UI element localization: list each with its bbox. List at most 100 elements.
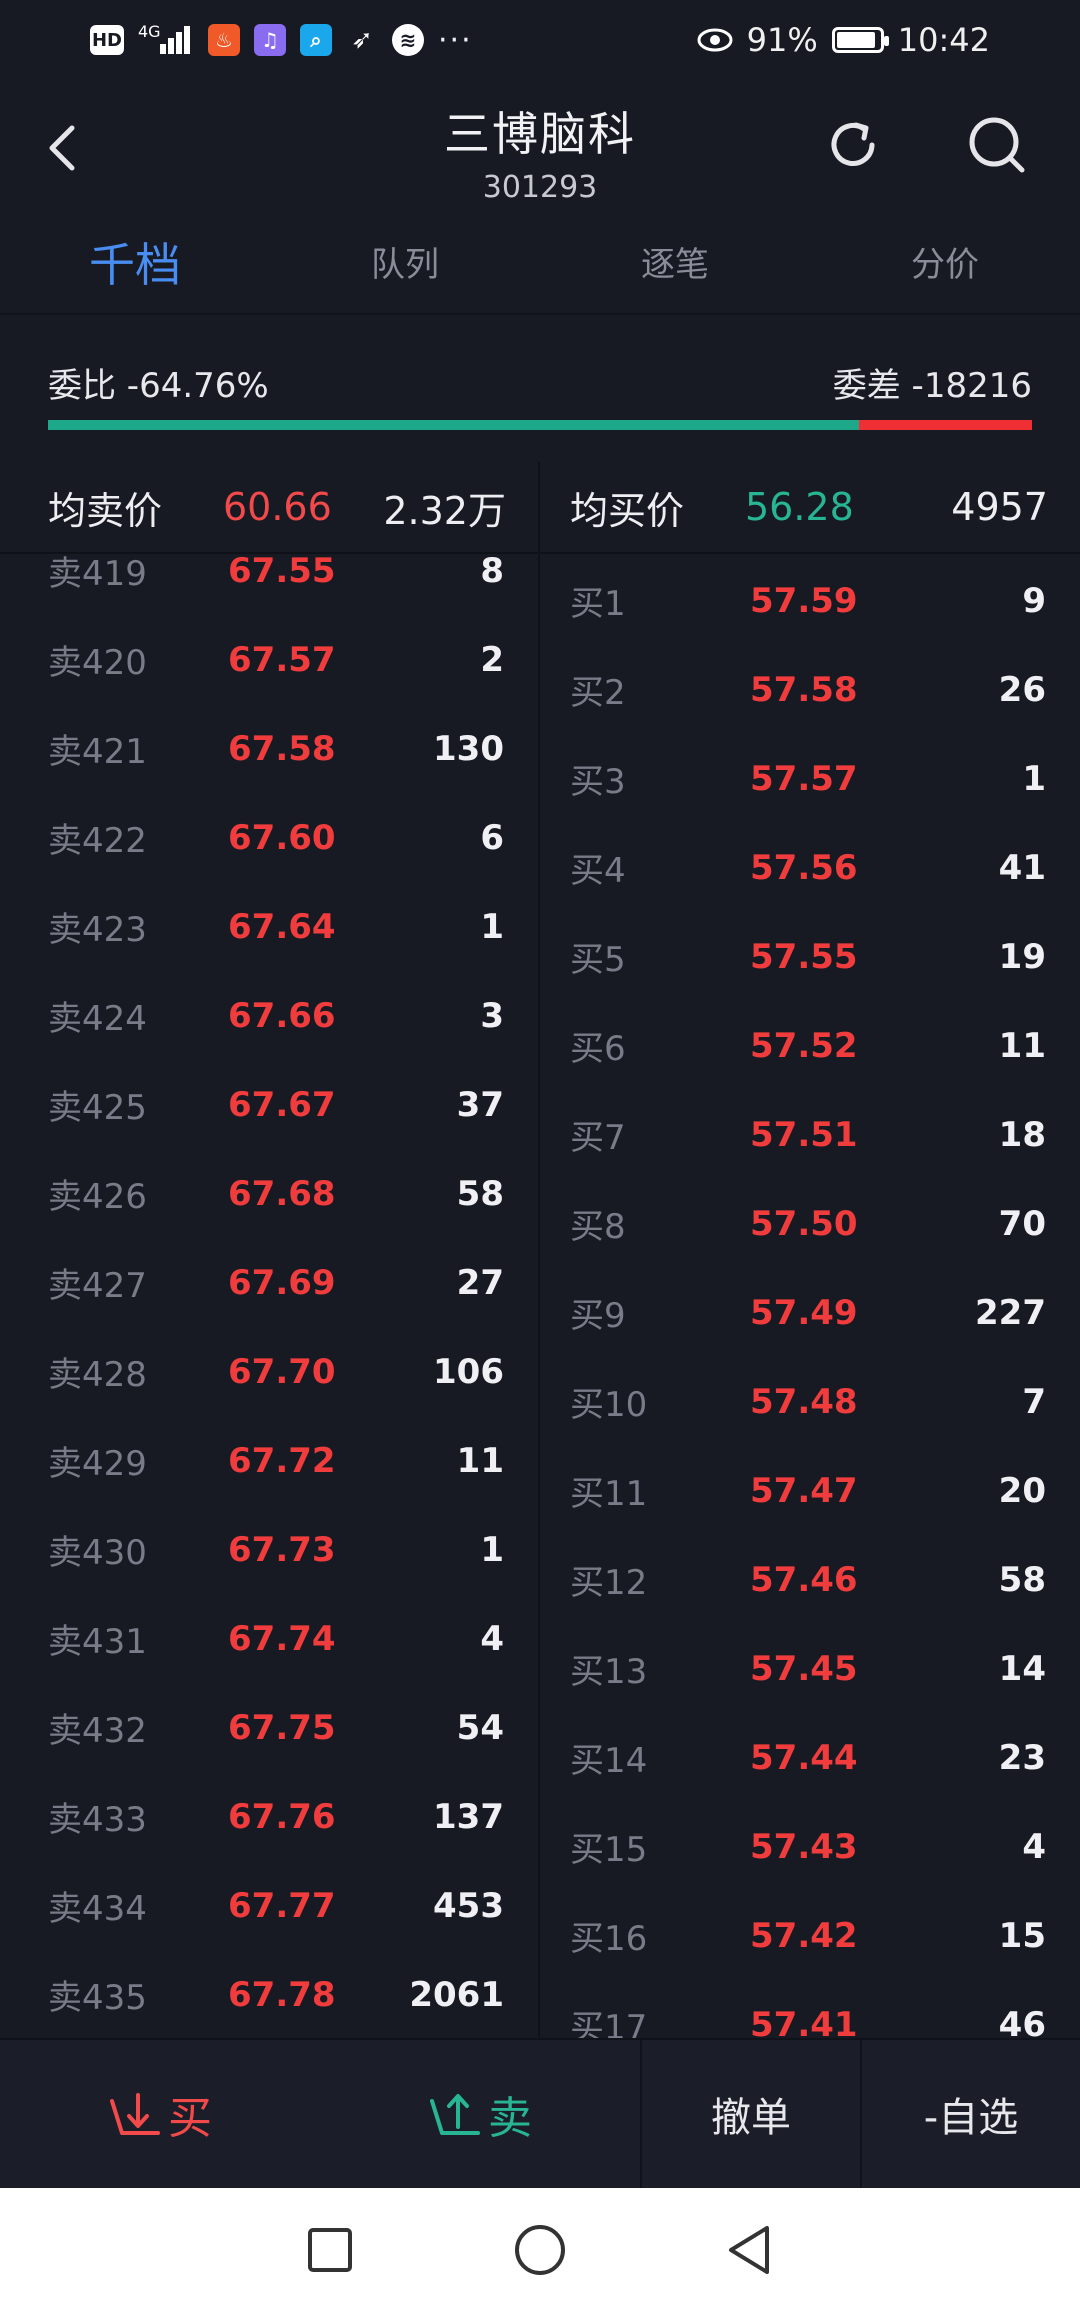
buy-quantity: 19 [998,936,1046,977]
sell-quantity: 27 [456,1262,504,1303]
sell-order-row[interactable]: 卖424 67.66 3 [0,971,538,1060]
refresh-icon [831,122,875,166]
buy-quantity: 26 [998,669,1046,710]
buy-order-row[interactable]: 买8 57.50 70 [540,1179,1080,1268]
buy-order-row[interactable]: 买17 57.41 46 [540,1980,1080,2039]
sell-order-row[interactable]: 卖431 67.74 4 [0,1594,538,1683]
sell-order-row[interactable]: 卖421 67.58 130 [0,704,538,793]
sell-level: 卖429 [48,1444,147,1484]
buy-level: 买16 [570,1919,648,1959]
tab-qiandang[interactable]: 千档 [0,210,270,313]
sell-order-list[interactable]: 卖419 67.55 8 卖420 67.57 2 卖421 67.58 130 卖422 67.6… [0,554,538,2038]
buy-quantity: 14 [998,1648,1046,1689]
buy-price: 57.50 [750,1203,858,1244]
search-button[interactable] [964,112,1030,178]
order-ratio-label: 委比 -64.76% [48,366,269,406]
buy-button[interactable]: 买 [0,2040,320,2188]
buy-price: 57.58 [750,669,858,710]
buy-order-row[interactable]: 买13 57.45 14 [540,1624,1080,1713]
sell-order-row[interactable]: 卖432 67.75 54 [0,1683,538,1772]
buy-level: 买15 [570,1830,648,1870]
buy-order-row[interactable]: 买7 57.51 18 [540,1090,1080,1179]
buy-order-row[interactable]: 买2 57.58 26 [540,645,1080,734]
sell-order-row[interactable]: 卖430 67.73 1 [0,1505,538,1594]
sell-quantity: 1 [480,906,504,947]
buy-order-row[interactable]: 买1 57.59 9 [540,556,1080,645]
tab-tick[interactable]: 逐笔 [540,210,810,313]
buy-quantity: 227 [975,1292,1046,1333]
sell-order-row[interactable]: 卖427 67.69 27 [0,1238,538,1327]
sell-quantity: 3 [480,995,504,1036]
sell-quantity: 1 [480,1529,504,1570]
buy-quantity: 58 [998,1559,1046,1600]
sell-order-row[interactable]: 卖420 67.57 2 [0,615,538,704]
sell-order-row[interactable]: 卖433 67.76 137 [0,1772,538,1861]
sell-order-row[interactable]: 卖422 67.60 6 [0,793,538,882]
sell-level: 卖434 [48,1889,147,1929]
sell-level: 卖427 [48,1266,147,1306]
buy-order-row[interactable]: 买10 57.48 7 [540,1357,1080,1446]
sell-order-row[interactable]: 卖426 67.68 58 [0,1149,538,1238]
recent-apps-button[interactable] [300,2220,360,2280]
buy-order-list[interactable]: 买1 57.59 9 买2 57.58 26 买3 57.57 1 买4 57.56 41 买5 57.5… [540,554,1080,2039]
tab-price-distribution[interactable]: 分价 [810,210,1080,313]
sell-price: 67.69 [228,1262,336,1303]
music-icon: ♫ [254,24,286,56]
buy-order-row[interactable]: 买14 57.44 23 [540,1713,1080,1802]
buy-arrow-icon [110,2093,160,2135]
sell-order-row[interactable]: 卖428 67.70 106 [0,1327,538,1416]
buy-level: 买4 [570,851,626,891]
sell-button[interactable]: 卖 [320,2040,640,2188]
triangle-icon [729,2226,769,2274]
buy-quantity: 23 [998,1737,1046,1778]
sell-total-qty: 2.32万 [383,488,506,533]
buy-order-row[interactable]: 买9 57.49 227 [540,1268,1080,1357]
buy-quantity: 9 [1022,580,1046,621]
sell-price: 67.58 [228,728,336,769]
sell-label: 卖 [488,2093,532,2144]
buy-order-row[interactable]: 买6 57.52 11 [540,1001,1080,1090]
sell-quantity: 453 [433,1885,504,1926]
sell-order-row[interactable]: 卖425 67.67 37 [0,1060,538,1149]
sell-price: 67.60 [228,817,336,858]
buy-order-row[interactable]: 买15 57.43 4 [540,1802,1080,1891]
home-button[interactable] [510,2220,570,2280]
buy-order-row[interactable]: 买11 57.47 20 [540,1446,1080,1535]
refresh-button[interactable] [820,112,886,178]
sell-price: 67.72 [228,1440,336,1481]
buy-level: 买7 [570,1118,626,1158]
sell-price: 67.64 [228,906,336,947]
ratio-bar-buy-segment [48,420,859,430]
buy-order-row[interactable]: 买4 57.56 41 [540,823,1080,912]
sell-order-row[interactable]: 卖435 67.78 2061 [0,1950,538,2038]
cancel-order-button[interactable]: 撤单 [640,2040,860,2188]
avg-buy-price: 56.28 [745,485,854,529]
system-nav-bar [0,2188,1080,2312]
buy-order-row[interactable]: 买3 57.57 1 [540,734,1080,823]
tab-bar: 千档 队列 逐笔 分价 [0,210,1080,315]
sell-order-row[interactable]: 卖419 67.55 8 [0,554,538,615]
back-button[interactable] [40,118,90,178]
sell-price: 67.75 [228,1707,336,1748]
buy-quantity: 4 [1022,1826,1046,1867]
buy-level: 买11 [570,1474,648,1514]
sell-order-row[interactable]: 卖423 67.64 1 [0,882,538,971]
watchlist-button[interactable]: -自选 [860,2040,1080,2188]
sell-quantity: 137 [433,1796,504,1837]
buy-level: 买17 [570,2008,648,2038]
buy-order-row[interactable]: 买16 57.42 15 [540,1891,1080,1980]
sell-quantity: 11 [456,1440,504,1481]
buy-quantity: 7 [1022,1381,1046,1422]
system-back-button[interactable] [720,2220,780,2280]
buy-price: 57.51 [750,1114,858,1155]
buy-order-row[interactable]: 买5 57.55 19 [540,912,1080,1001]
tab-queue[interactable]: 队列 [270,210,540,313]
sell-order-row[interactable]: 卖429 67.72 11 [0,1416,538,1505]
sell-order-row[interactable]: 卖434 67.77 453 [0,1861,538,1950]
header: 三博脑科 301293 [0,80,1080,210]
buy-summary: 均买价 56.28 4957 [540,462,1080,552]
hd-icon: HD [90,25,124,55]
buy-quantity: 11 [998,1025,1046,1066]
buy-order-row[interactable]: 买12 57.46 58 [540,1535,1080,1624]
buy-price: 57.52 [750,1025,858,1066]
